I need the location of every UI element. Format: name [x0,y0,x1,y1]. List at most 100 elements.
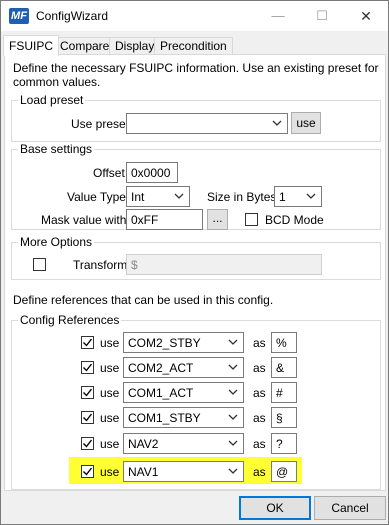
reference-select-value: COM2_ACT [128,361,194,375]
placeholder-input[interactable]: % [271,332,297,353]
preset-select[interactable] [126,113,288,134]
base-settings-legend: Base settings [18,142,95,156]
as-label: as [253,336,266,350]
size-in-bytes-value: 1 [279,190,286,204]
use-label: use [100,336,120,350]
placeholder-input[interactable]: ? [271,433,297,454]
reference-select[interactable]: NAV2 [123,433,244,454]
as-label: as [253,437,266,451]
chevron-down-icon [173,189,185,203]
as-label: as [253,386,266,400]
chevron-down-icon [227,410,239,424]
reference-row: use COM1_STBY as § [5,405,375,429]
value-type-select[interactable]: Int [126,186,190,207]
window-title: ConfigWizard [36,9,109,23]
chevron-down-icon [227,464,239,478]
bcd-mode-label: BCD Mode [265,213,324,227]
use-preset-button[interactable]: use [291,112,321,134]
placeholder-input-value: § [276,411,283,425]
transform-checkbox[interactable] [33,258,46,271]
value-type-value: Int [131,190,145,204]
placeholder-input-value: # [276,386,283,400]
base-settings-group: Base settings Offset 0x0000 Value Type I… [11,142,381,230]
config-wizard-window: MF ConfigWizard — ☐ ✕ FSUIPC Compare Dis… [0,0,389,525]
transform-input-value: $ [131,258,138,272]
reference-row: use COM1_ACT as # [5,380,375,404]
use-ref-checkbox[interactable] [81,336,94,349]
reference-select-value: COM2_STBY [128,336,201,350]
as-label: as [253,411,266,425]
reference-select[interactable]: COM1_STBY [123,407,244,428]
more-options-legend: More Options [18,235,95,249]
reference-select[interactable]: COM1_ACT [123,382,244,403]
placeholder-input-value: ? [276,437,283,451]
reference-select-value: NAV1 [128,465,159,479]
references-intro-text: Define references that can be used in th… [13,293,274,307]
tab-fsuipc[interactable]: FSUIPC [3,35,60,56]
tab-compare[interactable]: Compare [54,37,116,55]
as-label: as [253,361,266,375]
load-preset-legend: Load preset [18,93,86,107]
reference-select[interactable]: COM2_STBY [123,332,244,353]
load-preset-group: Load preset Use preset use [11,93,381,142]
use-ref-checkbox[interactable] [81,386,94,399]
chevron-down-icon [271,116,283,130]
maximize-button[interactable]: ☐ [300,1,344,31]
tab-precondition[interactable]: Precondition [154,37,233,55]
placeholder-input[interactable]: @ [271,461,297,482]
bcd-mode-checkbox[interactable] [245,213,258,226]
chevron-down-icon [227,360,239,374]
size-in-bytes-select[interactable]: 1 [274,186,322,207]
value-type-label: Value Type [67,190,126,204]
chevron-down-icon [305,189,317,203]
reference-select-value: COM1_ACT [128,386,194,400]
chevron-down-icon [227,335,239,349]
more-options-group: More Options Transform $ [11,235,381,280]
mobiflight-logo-icon: MF [9,8,29,24]
offset-input-value: 0x0000 [131,166,171,180]
mask-value-label: Mask value with [41,213,127,227]
offset-label: Offset [93,166,125,180]
size-in-bytes-label: Size in Bytes [207,190,277,204]
placeholder-input[interactable]: # [271,382,297,403]
use-ref-checkbox[interactable] [81,437,94,450]
offset-input[interactable]: 0x0000 [126,162,178,183]
use-preset-label: Use preset [71,117,130,131]
fsuipc-tab-panel: Define the necessary FSUIPC information.… [4,54,386,491]
placeholder-input[interactable]: & [271,357,297,378]
placeholder-input[interactable]: § [271,407,297,428]
tab-display[interactable]: Display [109,37,161,55]
transform-label: Transform [73,258,128,272]
title-bar: MF ConfigWizard — ☐ ✕ [1,1,388,31]
placeholder-input-value: % [276,336,287,350]
use-ref-checkbox[interactable] [81,465,94,478]
close-button[interactable]: ✕ [344,1,388,31]
mask-value-input-value: 0xFF [131,213,159,227]
intro-text: Define the necessary FSUIPC information.… [13,61,379,89]
minimize-button[interactable]: — [256,1,300,31]
reference-row-nav1: use NAV1 as @ [5,459,375,483]
use-ref-checkbox[interactable] [81,411,94,424]
chevron-down-icon [227,385,239,399]
cancel-button[interactable]: Cancel [314,496,386,520]
transform-input[interactable]: $ [126,254,322,275]
placeholder-input-value: & [276,361,285,375]
as-label: as [253,465,266,479]
reference-row: use COM2_STBY as % [5,330,375,354]
use-label: use [100,386,120,400]
use-label: use [100,411,120,425]
use-label: use [100,361,120,375]
reference-row: use COM2_ACT as & [5,355,375,379]
ok-button[interactable]: OK [239,496,311,520]
chevron-down-icon [227,436,239,450]
mask-value-input[interactable]: 0xFF [126,209,203,230]
use-ref-checkbox[interactable] [81,361,94,374]
placeholder-input-value: @ [276,465,289,479]
use-label: use [100,465,120,479]
config-references-legend: Config References [18,313,122,327]
use-label: use [100,437,120,451]
reference-select[interactable]: NAV1 [123,461,244,482]
mask-browse-button[interactable]: ... [207,209,228,230]
reference-select-value: COM1_STBY [128,411,201,425]
reference-select[interactable]: COM2_ACT [123,357,244,378]
